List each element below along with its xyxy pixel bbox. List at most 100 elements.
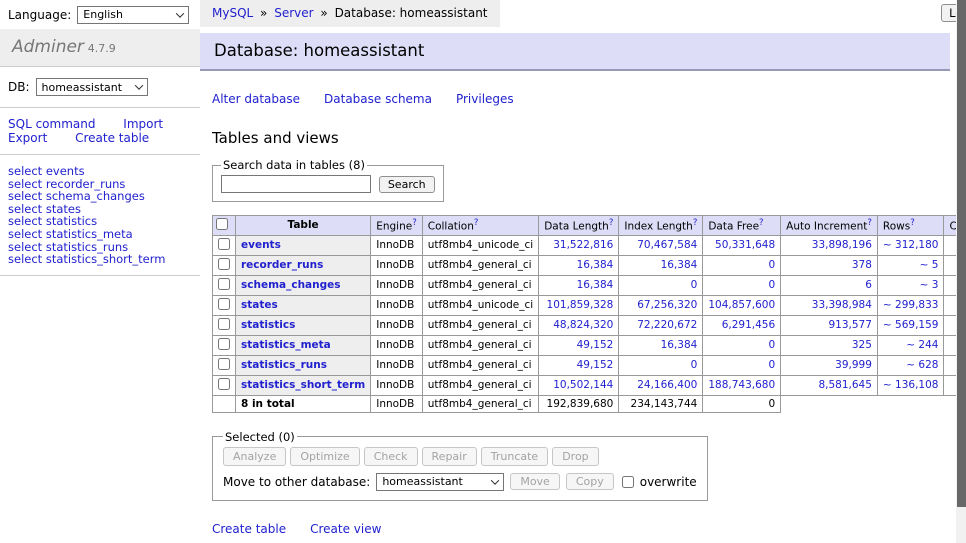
create-link[interactable]: Create view (310, 522, 381, 536)
help-link[interactable]: ? (412, 218, 417, 228)
page-title: Database: homeassistant (200, 33, 950, 71)
rows-count-link[interactable]: ~ 569,159 (883, 319, 939, 331)
db-action-link[interactable]: Alter database (212, 92, 300, 106)
scrollbar-thumb[interactable] (957, 0, 966, 507)
help-link[interactable]: ? (867, 218, 872, 228)
row-checkbox[interactable] (218, 378, 230, 390)
data-length-link[interactable]: 49,152 (577, 359, 614, 371)
table-row: statistics InnoDB utf8mb4_general_ci 48,… (213, 315, 966, 335)
sidebar-select-table-link[interactable]: select schema_changes (8, 190, 200, 203)
auto-increment-link[interactable]: 33,898,196 (812, 239, 872, 251)
auto-increment-link[interactable]: 6 (865, 279, 872, 291)
rows-count-link[interactable]: ~ 628 (906, 359, 938, 371)
row-checkbox[interactable] (218, 358, 230, 370)
overwrite-checkbox[interactable] (622, 476, 634, 488)
tables-table: Table Engine? Collation? Data Length? In… (212, 215, 966, 413)
breadcrumb-current: Database: homeassistant (335, 6, 488, 20)
table-row: statistics_runs InnoDB utf8mb4_general_c… (213, 355, 966, 375)
breadcrumb-link-server[interactable]: Server (274, 6, 313, 20)
row-checkbox[interactable] (218, 238, 230, 250)
table-name-link[interactable]: events (241, 239, 281, 251)
auto-increment-link[interactable]: 325 (852, 339, 872, 351)
data-free-link[interactable]: 6,291,456 (722, 319, 775, 331)
help-link[interactable]: ? (474, 218, 479, 228)
row-checkbox[interactable] (218, 278, 230, 290)
row-checkbox[interactable] (218, 338, 230, 350)
index-length-link[interactable]: 24,166,400 (637, 379, 697, 391)
row-checkbox[interactable] (218, 318, 230, 330)
index-length-link[interactable]: 16,384 (661, 259, 698, 271)
rows-count-link[interactable]: ~ 3 (920, 279, 939, 291)
index-length-link[interactable]: 0 (691, 279, 698, 291)
data-length-link[interactable]: 16,384 (577, 259, 614, 271)
data-free-link[interactable]: 0 (768, 339, 775, 351)
data-length-link[interactable]: 49,152 (577, 339, 614, 351)
data-length-link[interactable]: 31,522,816 (553, 239, 613, 251)
selected-legend: Selected (0) (223, 430, 297, 444)
index-length-link[interactable]: 72,220,672 (637, 319, 697, 331)
rows-count-link[interactable]: ~ 312,180 (883, 239, 939, 251)
create-link[interactable]: Create table (212, 522, 286, 536)
select-all-checkbox[interactable] (216, 218, 228, 230)
rows-count-link[interactable]: ~ 136,108 (883, 379, 939, 391)
table-name-link[interactable]: statistics_meta (241, 339, 331, 351)
row-checkbox[interactable] (218, 298, 230, 310)
collation-cell: utf8mb4_general_ci (422, 255, 538, 275)
auto-increment-link[interactable]: 33,398,984 (812, 299, 872, 311)
language-select[interactable]: English (77, 6, 189, 24)
data-free-link[interactable]: 0 (768, 359, 775, 371)
search-button[interactable]: Search (379, 176, 435, 193)
table-name-link[interactable]: schema_changes (241, 279, 341, 291)
data-length-link[interactable]: 101,859,328 (547, 299, 614, 311)
index-length-link[interactable]: 0 (691, 359, 698, 371)
bulk-action-button: Drop (552, 447, 598, 466)
sidebar-table-list: select events select recorder_runs selec… (0, 155, 200, 276)
data-free-link[interactable]: 188,743,680 (708, 379, 775, 391)
help-link[interactable]: ? (759, 218, 764, 228)
auto-increment-link[interactable]: 913,577 (829, 319, 872, 331)
data-free-link[interactable]: 50,331,648 (715, 239, 775, 251)
row-checkbox[interactable] (218, 258, 230, 270)
move-db-select[interactable]: homeassistant (376, 473, 504, 491)
app-name: Adminer (12, 37, 84, 57)
language-row: Language: English (0, 0, 200, 29)
rows-count-link[interactable]: ~ 244 (906, 339, 938, 351)
table-name-link[interactable]: statistics (241, 319, 295, 331)
index-length-link[interactable]: 70,467,584 (637, 239, 697, 251)
search-input[interactable] (221, 175, 371, 193)
help-link[interactable]: ? (910, 218, 915, 228)
data-length-link[interactable]: 48,824,320 (553, 319, 613, 331)
rows-count-link[interactable]: ~ 5 (920, 259, 939, 271)
data-free-link[interactable]: 104,857,600 (708, 299, 775, 311)
help-link[interactable]: ? (693, 218, 698, 228)
table-name-link[interactable]: states (241, 299, 278, 311)
table-name-link[interactable]: recorder_runs (241, 259, 323, 271)
main-content: MySQL » Server » Database: homeassistant… (200, 0, 966, 543)
data-length-link[interactable]: 16,384 (577, 279, 614, 291)
sidebar-link-import[interactable]: Import (123, 117, 163, 131)
db-action-link[interactable]: Database schema (324, 92, 432, 106)
auto-increment-link[interactable]: 8,581,645 (818, 379, 871, 391)
db-action-link[interactable]: Privileges (456, 92, 514, 106)
sidebar-link-create-table[interactable]: Create table (75, 131, 149, 145)
auto-increment-link[interactable]: 378 (852, 259, 872, 271)
help-link[interactable]: ? (609, 218, 614, 228)
db-select[interactable]: homeassistant (36, 78, 148, 96)
sidebar-link-sql-command[interactable]: SQL command (8, 117, 95, 131)
sidebar-select-table-link[interactable]: select statistics_short_term (8, 253, 200, 266)
data-free-link[interactable]: 0 (768, 259, 775, 271)
sidebar-select-table-link[interactable]: select events (8, 165, 200, 178)
table-name-link[interactable]: statistics_runs (241, 359, 327, 371)
table-name-link[interactable]: statistics_short_term (241, 379, 365, 391)
index-length-link[interactable]: 16,384 (661, 339, 698, 351)
data-free-link[interactable]: 0 (768, 279, 775, 291)
column-header-data-length: Data Length? (539, 216, 619, 236)
index-length-link[interactable]: 67,256,320 (637, 299, 697, 311)
auto-increment-link[interactable]: 39,999 (835, 359, 872, 371)
data-length-link[interactable]: 10,502,144 (553, 379, 613, 391)
sidebar-link-export[interactable]: Export (8, 131, 47, 145)
breadcrumb-link-mysql[interactable]: MySQL (212, 6, 253, 20)
sidebar-select-table-link[interactable]: select statistics_meta (8, 228, 200, 241)
scrollbar[interactable] (956, 0, 966, 543)
rows-count-link[interactable]: ~ 299,833 (883, 299, 939, 311)
